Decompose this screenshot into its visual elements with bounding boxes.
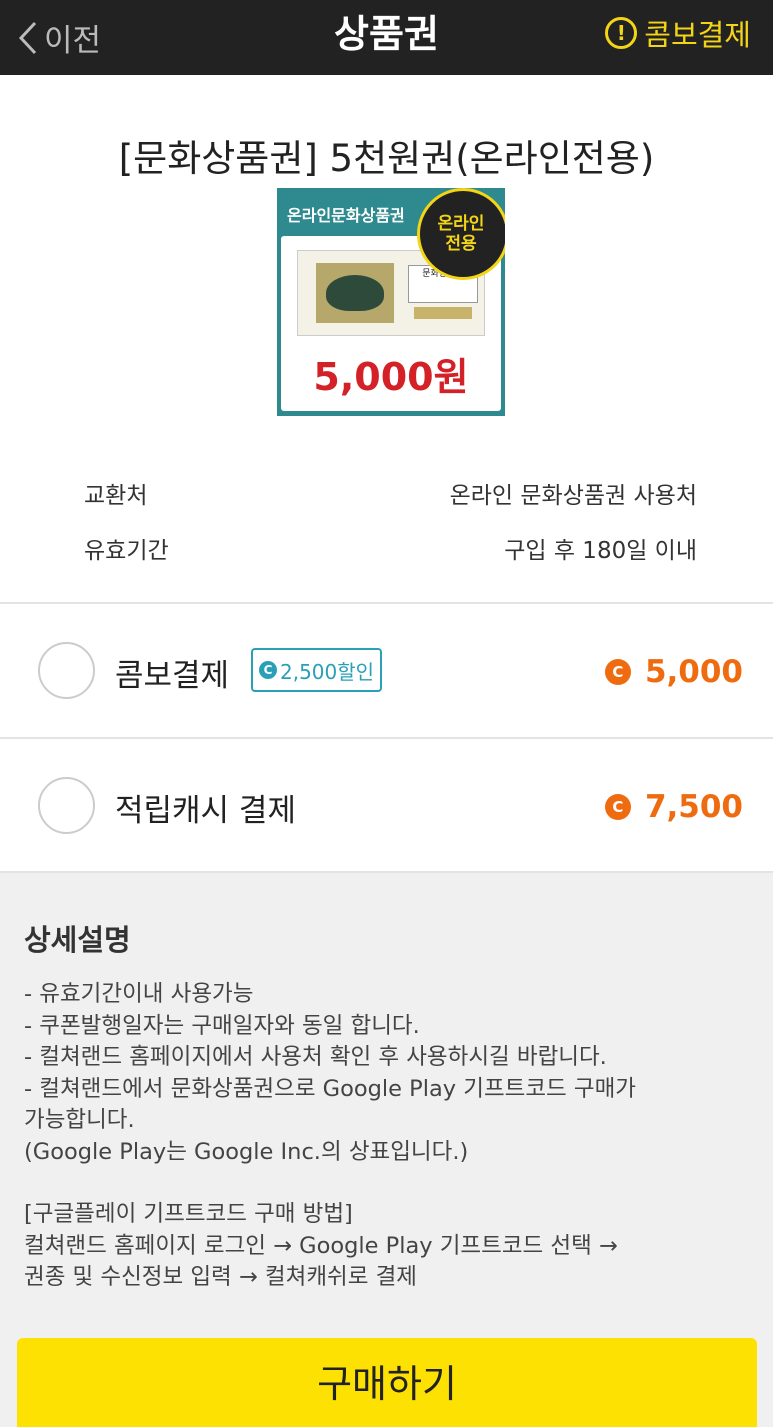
payment-option-label: 적립캐시 결제 bbox=[115, 793, 296, 829]
method-line: 컬쳐랜드 홈페이지 로그인 → Google Play 기프트코드 선택 → bbox=[24, 1232, 618, 1259]
radio-combo-payment[interactable] bbox=[38, 642, 95, 699]
buy-button[interactable]: 구매하기 bbox=[17, 1338, 757, 1427]
payment-option-cash[interactable]: 적립캐시 결제 C 7,500 bbox=[0, 739, 773, 872]
discount-badge: C 2,500할인 bbox=[251, 648, 383, 692]
info-value: 구입 후 180일 이내 bbox=[504, 538, 697, 564]
voucher-artwork bbox=[316, 263, 394, 323]
info-row-validity: 유효기간 구입 후 180일 이내 bbox=[84, 531, 697, 565]
info-label: 유효기간 bbox=[84, 538, 169, 564]
payment-option-label: 콤보결제 bbox=[115, 658, 230, 694]
detail-line: (Google Play는 Google Inc.의 상표입니다.) bbox=[24, 1138, 469, 1165]
method-line: 권종 및 수신정보 입력 → 컬쳐캐쉬로 결제 bbox=[24, 1264, 417, 1290]
voucher-header-text: 온라인문화상품권 bbox=[287, 206, 405, 225]
detail-line: - 쿠폰발행일자는 구매일자와 동일 합니다. bbox=[24, 1012, 420, 1039]
top-bar: 이전 상품권 ! 콤보결제 bbox=[0, 0, 773, 75]
method-line: [구글플레이 기프트코드 구매 방법] bbox=[24, 1201, 353, 1227]
product-image: 온라인문화상품권 문화상품권 5,000원 온라인 전용 bbox=[277, 188, 505, 416]
voucher-ticket-price bbox=[414, 307, 472, 319]
coin-icon: C bbox=[604, 659, 631, 685]
detail-line: - 컬쳐랜드 홈페이지에서 사용처 확인 후 사용하시길 바랍니다. bbox=[24, 1044, 607, 1070]
info-label: 교환처 bbox=[84, 483, 148, 509]
info-value: 온라인 문화상품권 사용처 bbox=[449, 483, 697, 509]
coin-icon: C bbox=[259, 661, 277, 679]
product-name: [문화상품권] 5천원권(온라인전용) bbox=[118, 137, 655, 180]
payment-option-price: C 7,500 bbox=[604, 789, 743, 825]
detail-line: - 컬쳐랜드에서 문화상품권으로 Google Play 기프트코드 구매가 bbox=[24, 1075, 636, 1102]
radio-cash-payment[interactable] bbox=[38, 777, 95, 834]
exclamation-icon: ! bbox=[605, 16, 638, 49]
online-only-badge-text: 온라인 전용 bbox=[437, 214, 485, 254]
discount-text: 2,500할인 bbox=[280, 659, 375, 684]
detail-title: 상세설명 bbox=[24, 923, 131, 957]
coin-icon: C bbox=[604, 794, 631, 820]
payment-option-price: C 5,000 bbox=[604, 654, 743, 690]
combo-payment-link[interactable]: ! 콤보결제 bbox=[605, 0, 751, 65]
detail-line: 가능합니다. bbox=[24, 1107, 135, 1133]
online-only-badge: 온라인 전용 bbox=[417, 188, 505, 280]
price-value: 5,000 bbox=[644, 654, 743, 690]
info-row-exchange: 교환처 온라인 문화상품권 사용처 bbox=[84, 476, 697, 510]
price-value: 7,500 bbox=[644, 789, 743, 825]
detail-line: - 유효기간이내 사용가능 bbox=[24, 981, 254, 1007]
combo-payment-label: 콤보결제 bbox=[644, 17, 751, 52]
payment-option-combo[interactable]: 콤보결제 C 2,500할인 C 5,000 bbox=[0, 604, 773, 737]
voucher-amount: 5,000원 bbox=[313, 355, 469, 399]
detail-text: - 유효기간이내 사용가능 - 쿠폰발행일자는 구매일자와 동일 합니다. - … bbox=[24, 979, 749, 1294]
